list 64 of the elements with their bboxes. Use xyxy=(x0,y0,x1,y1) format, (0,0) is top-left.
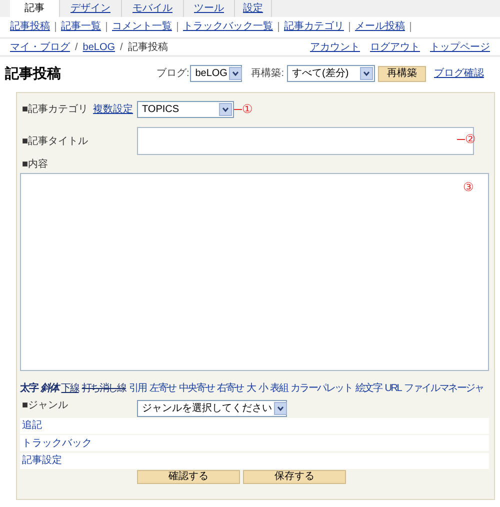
breadcrumb-link[interactable]: beLOG xyxy=(82,40,116,54)
section-row[interactable]: トラックバック xyxy=(20,435,489,451)
header-link[interactable]: アカウント xyxy=(310,40,360,54)
category-select[interactable]: TOPICS xyxy=(137,100,234,118)
toolbar-link[interactable]: 右寄せ xyxy=(217,381,244,396)
multi-setting-link[interactable]: 複数設定 xyxy=(93,102,134,116)
toolbar-link[interactable]: 小 xyxy=(258,381,268,396)
toolbar-link[interactable]: URL xyxy=(384,381,402,396)
field-label: ■ジャンル xyxy=(22,399,70,413)
leader-line xyxy=(234,108,242,110)
toolbar-link[interactable]: 太字 xyxy=(20,381,38,396)
breadcrumb-link[interactable]: マイ・ブログ xyxy=(10,40,70,54)
breadcrumb-separator: / xyxy=(120,40,123,54)
menu-link[interactable]: 記事投稿 xyxy=(10,22,50,32)
callout-number: ① xyxy=(242,103,253,115)
form-button[interactable]: 確認する xyxy=(137,470,240,484)
toolbar-link[interactable]: 中央寄せ xyxy=(178,381,214,396)
callout-number: ② xyxy=(465,133,476,145)
breadcrumb-separator: / xyxy=(75,40,78,54)
section-row[interactable]: 追記 xyxy=(20,418,489,434)
nav-tab[interactable]: ツール xyxy=(184,0,235,17)
caret-icon xyxy=(274,402,287,415)
header-link[interactable]: トップページ xyxy=(430,40,490,54)
form-button[interactable]: 保存する xyxy=(243,470,346,484)
menu-link[interactable]: 記事一覧 xyxy=(61,22,101,32)
toolbar-link[interactable]: 左寄せ xyxy=(149,381,176,396)
toolbar-link[interactable]: カラーパレット xyxy=(290,381,352,396)
leader-line xyxy=(457,138,465,140)
page-title: 記事投稿 xyxy=(5,64,61,83)
toolbar-link[interactable]: 絵文字 xyxy=(355,381,382,396)
toolbar-link[interactable]: 斜体 xyxy=(40,381,58,396)
genre-select[interactable]: ジャンルを選択してください xyxy=(137,400,287,417)
nav-tab[interactable]: 設定 xyxy=(235,0,272,17)
header-link[interactable]: ログアウト xyxy=(370,40,420,54)
field-label: ■記事カテゴリ xyxy=(22,102,88,116)
toolbar-link[interactable]: 大 xyxy=(246,381,256,396)
blog-label: ブログ: xyxy=(156,66,190,81)
caret-icon xyxy=(360,67,373,80)
callout-number: ③ xyxy=(463,181,474,193)
title-input[interactable]: ② xyxy=(137,127,474,155)
toolbar-link[interactable]: 下線 xyxy=(61,381,79,396)
nav-tab[interactable]: デザイン xyxy=(60,0,122,17)
toolbar-link[interactable]: 引用 xyxy=(128,381,146,396)
caret-icon xyxy=(229,67,242,80)
toolbar-link[interactable]: ファイルマネージャ xyxy=(404,381,484,396)
rebuild-select[interactable]: すべて(差分) xyxy=(287,65,375,82)
rebuild-label: 再構築: xyxy=(251,66,284,81)
menu-link[interactable]: 記事カテゴリ xyxy=(284,22,344,32)
nav-tab[interactable]: モバイル xyxy=(122,0,184,17)
nav-tab[interactable]: 記事 xyxy=(10,0,60,17)
toolbar-link[interactable]: 表組 xyxy=(270,381,288,396)
menu-link[interactable]: コメント一覧 xyxy=(112,22,172,32)
menu-link[interactable]: メール投稿 xyxy=(355,22,405,32)
field-label: ■内容 xyxy=(21,158,48,172)
breadcrumb-current: 記事投稿 xyxy=(128,40,168,54)
toolbar-link[interactable]: 打ち消し線 xyxy=(82,381,126,396)
section-row[interactable]: 記事設定 xyxy=(20,452,489,468)
blog-check-link[interactable]: ブログ確認 xyxy=(434,66,484,81)
menu-link[interactable]: トラックバック一覧 xyxy=(183,22,273,32)
rebuild-button[interactable]: 再構築 xyxy=(378,66,426,82)
field-label: ■記事タイトル xyxy=(22,134,90,148)
blog-select[interactable]: beLOG xyxy=(190,65,242,82)
caret-icon xyxy=(219,102,232,116)
content-textarea[interactable]: ③ xyxy=(20,173,489,371)
